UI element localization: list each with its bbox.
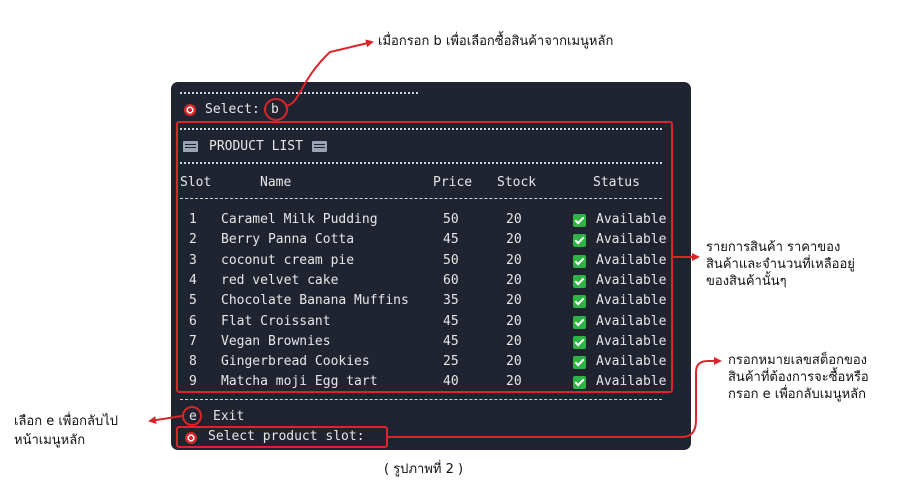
annotation-input-line3: กรอก e เพื่อกลับเมนูหลัก bbox=[728, 387, 867, 402]
annotation-list-line3: ของสินค้านั้นๆ bbox=[706, 274, 787, 289]
figure-caption: ( รูปภาพที่ 2 ) bbox=[384, 462, 464, 477]
annotation-input-line1: กรอกหมายเลขสต็อกของ bbox=[728, 353, 867, 368]
annotation-list-line2: สินค้าและจำนวนที่เหลืออยู่ bbox=[706, 257, 855, 272]
annotation-left-line1: เลือก e เพื่อกลับไป bbox=[14, 414, 119, 429]
annotation-left-line2: หน้าเมนูหลัก bbox=[14, 433, 86, 448]
annotation-top: เมื่อกรอก b เพื่อเลือกซื้อสินค้าจากเมนูห… bbox=[378, 34, 614, 49]
annotation-input-line2: สินค้าที่ต้องการจะซื้อหรือ bbox=[728, 370, 869, 385]
annotation-list-line1: รายการสินค้า ราคาของ bbox=[706, 240, 841, 255]
